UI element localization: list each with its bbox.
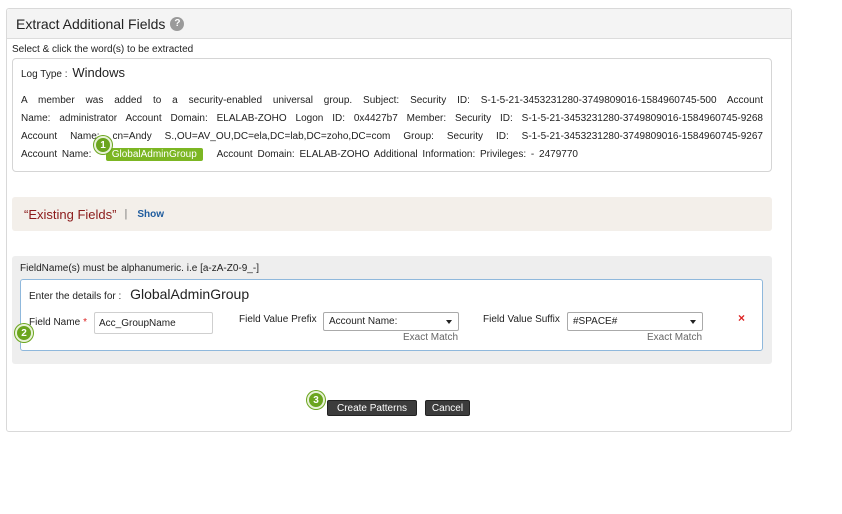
log-word[interactable]: Account Name:	[21, 149, 91, 160]
field-name-rule-note: FieldName(s) must be alphanumeric. i.e […	[20, 263, 259, 274]
details-value: GlobalAdminGroup	[130, 286, 250, 302]
prefix-exact-match: Exact Match	[403, 332, 459, 343]
suffix-selected-value: #SPACE#	[573, 316, 618, 327]
existing-fields-title: “Existing Fields”	[24, 206, 117, 222]
field-details-box: Enter the details for : GlobalAdminGroup…	[20, 279, 763, 351]
separator: |	[124, 208, 128, 220]
details-title: Enter the details for : GlobalAdminGroup	[29, 286, 249, 302]
selected-word-highlight[interactable]: GlobalAdminGroup	[105, 148, 203, 161]
step-badge-2: 2	[15, 324, 33, 342]
log-type-value: Windows	[72, 65, 126, 80]
log-text[interactable]: A member was added to a security-enabled…	[21, 92, 763, 164]
show-existing-link[interactable]: Show	[137, 209, 164, 220]
field-definition-area: FieldName(s) must be alphanumeric. i.e […	[12, 256, 772, 364]
step-badge-3: 3	[307, 391, 325, 409]
prefix-select[interactable]: Account Name:	[323, 312, 459, 331]
log-word[interactable]: Account Domain: ELALAB-ZOHO Additional I…	[217, 149, 578, 160]
field-name-input[interactable]	[94, 312, 213, 334]
panel-header: Extract Additional Fields ?	[7, 9, 791, 39]
log-type-label: Log Type :	[21, 69, 68, 80]
log-message-box: Log Type : Windows A member was added to…	[12, 58, 772, 172]
remove-field-icon[interactable]: ×	[738, 311, 745, 325]
cancel-button[interactable]: Cancel	[425, 400, 470, 416]
create-patterns-button[interactable]: Create Patterns	[327, 400, 417, 416]
prefix-label: Field Value Prefix	[239, 314, 317, 325]
chevron-down-icon	[446, 320, 452, 324]
help-icon[interactable]: ?	[170, 16, 185, 31]
suffix-select[interactable]: #SPACE#	[567, 312, 703, 331]
log-line[interactable]: Name: administrator Account Domain: ELAL…	[21, 110, 763, 128]
log-line[interactable]: A member was added to a security-enabled…	[21, 92, 763, 110]
instruction-text: Select & click the word(s) to be extract…	[12, 44, 194, 55]
log-type: Log Type : Windows	[21, 65, 763, 80]
step-badge-1: 1	[94, 136, 112, 154]
suffix-label: Field Value Suffix	[483, 314, 560, 325]
existing-fields-bar: “Existing Fields” | Show	[12, 197, 772, 231]
chevron-down-icon	[690, 320, 696, 324]
field-name-label-text: Field Name	[29, 317, 81, 328]
field-name-label: Field Name *	[29, 317, 87, 328]
log-line[interactable]: Account Name: GlobalAdminGroup Account D…	[21, 146, 763, 164]
prefix-selected-value: Account Name:	[329, 316, 398, 327]
suffix-exact-match: Exact Match	[647, 332, 703, 343]
panel-title: Extract Additional Fields	[16, 15, 166, 32]
log-line[interactable]: Account Name: cn=Andy S.,OU=AV_OU,DC=ela…	[21, 128, 763, 146]
details-label: Enter the details for :	[29, 291, 122, 302]
required-marker: *	[83, 317, 88, 328]
